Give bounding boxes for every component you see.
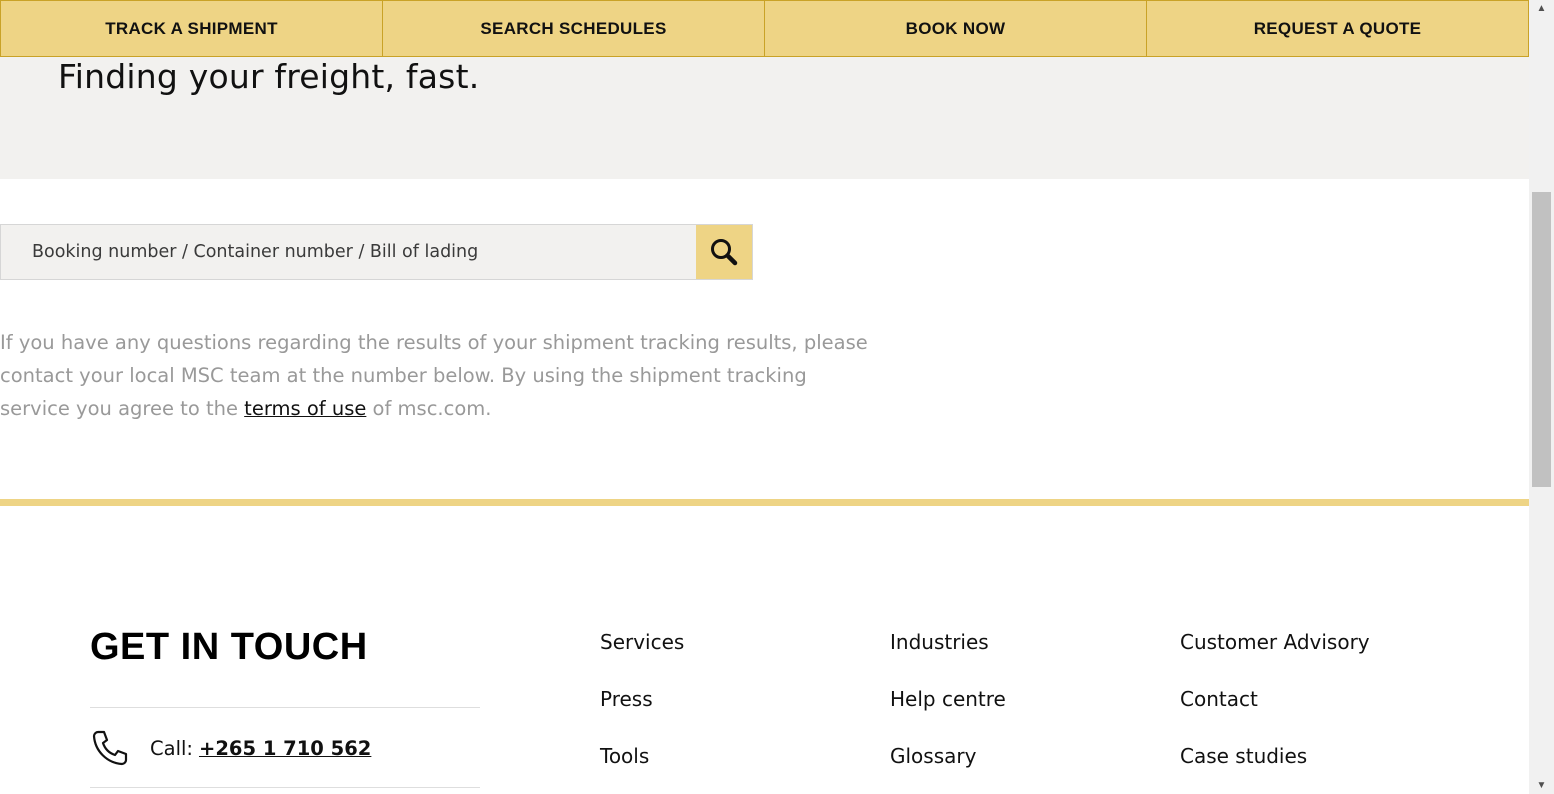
scrollbar-thumb[interactable] xyxy=(1532,192,1551,487)
info-text-after: of msc.com. xyxy=(366,397,492,420)
nav-book-now[interactable]: BOOK NOW xyxy=(765,1,1147,56)
nav-request-quote[interactable]: REQUEST A QUOTE xyxy=(1147,1,1528,56)
call-row: Call: +265 1 710 562 xyxy=(90,728,371,768)
nav-track-shipment[interactable]: TRACK A SHIPMENT xyxy=(1,1,383,56)
hero-section: Finding your freight, fast. xyxy=(0,57,1529,179)
page-scrollbar[interactable]: ▲ ▼ xyxy=(1529,0,1554,794)
phone-icon xyxy=(92,730,128,766)
top-nav-bar: TRACK A SHIPMENT SEARCH SCHEDULES BOOK N… xyxy=(0,0,1529,57)
footer-link-industries[interactable]: Industries xyxy=(890,630,989,654)
page-title: Finding your freight, fast. xyxy=(58,57,480,96)
divider xyxy=(90,787,480,788)
divider xyxy=(90,707,480,708)
footer-link-tools[interactable]: Tools xyxy=(600,744,649,768)
scroll-down-arrow-icon[interactable]: ▼ xyxy=(1529,777,1554,794)
nav-search-schedules[interactable]: SEARCH SCHEDULES xyxy=(383,1,765,56)
footer-link-glossary[interactable]: Glossary xyxy=(890,744,976,768)
footer-link-press[interactable]: Press xyxy=(600,687,653,711)
search-button[interactable] xyxy=(696,225,752,279)
tracking-search-input[interactable] xyxy=(1,225,696,279)
footer-link-case-studies[interactable]: Case studies xyxy=(1180,744,1307,768)
tracking-info-text: If you have any questions regarding the … xyxy=(0,326,880,425)
section-divider xyxy=(0,499,1529,506)
footer-link-contact[interactable]: Contact xyxy=(1180,687,1258,711)
phone-number-link[interactable]: +265 1 710 562 xyxy=(199,737,371,760)
search-icon xyxy=(711,239,738,266)
footer-link-help-centre[interactable]: Help centre xyxy=(890,687,1006,711)
call-label: Call: xyxy=(150,736,193,760)
footer-link-customer-advisory[interactable]: Customer Advisory xyxy=(1180,630,1370,654)
get-in-touch-heading: GET IN TOUCH xyxy=(90,626,368,668)
footer-link-services[interactable]: Services xyxy=(600,630,684,654)
tracking-search-bar xyxy=(0,224,753,280)
terms-of-use-link[interactable]: terms of use xyxy=(244,397,366,420)
scroll-up-arrow-icon[interactable]: ▲ xyxy=(1529,0,1554,17)
